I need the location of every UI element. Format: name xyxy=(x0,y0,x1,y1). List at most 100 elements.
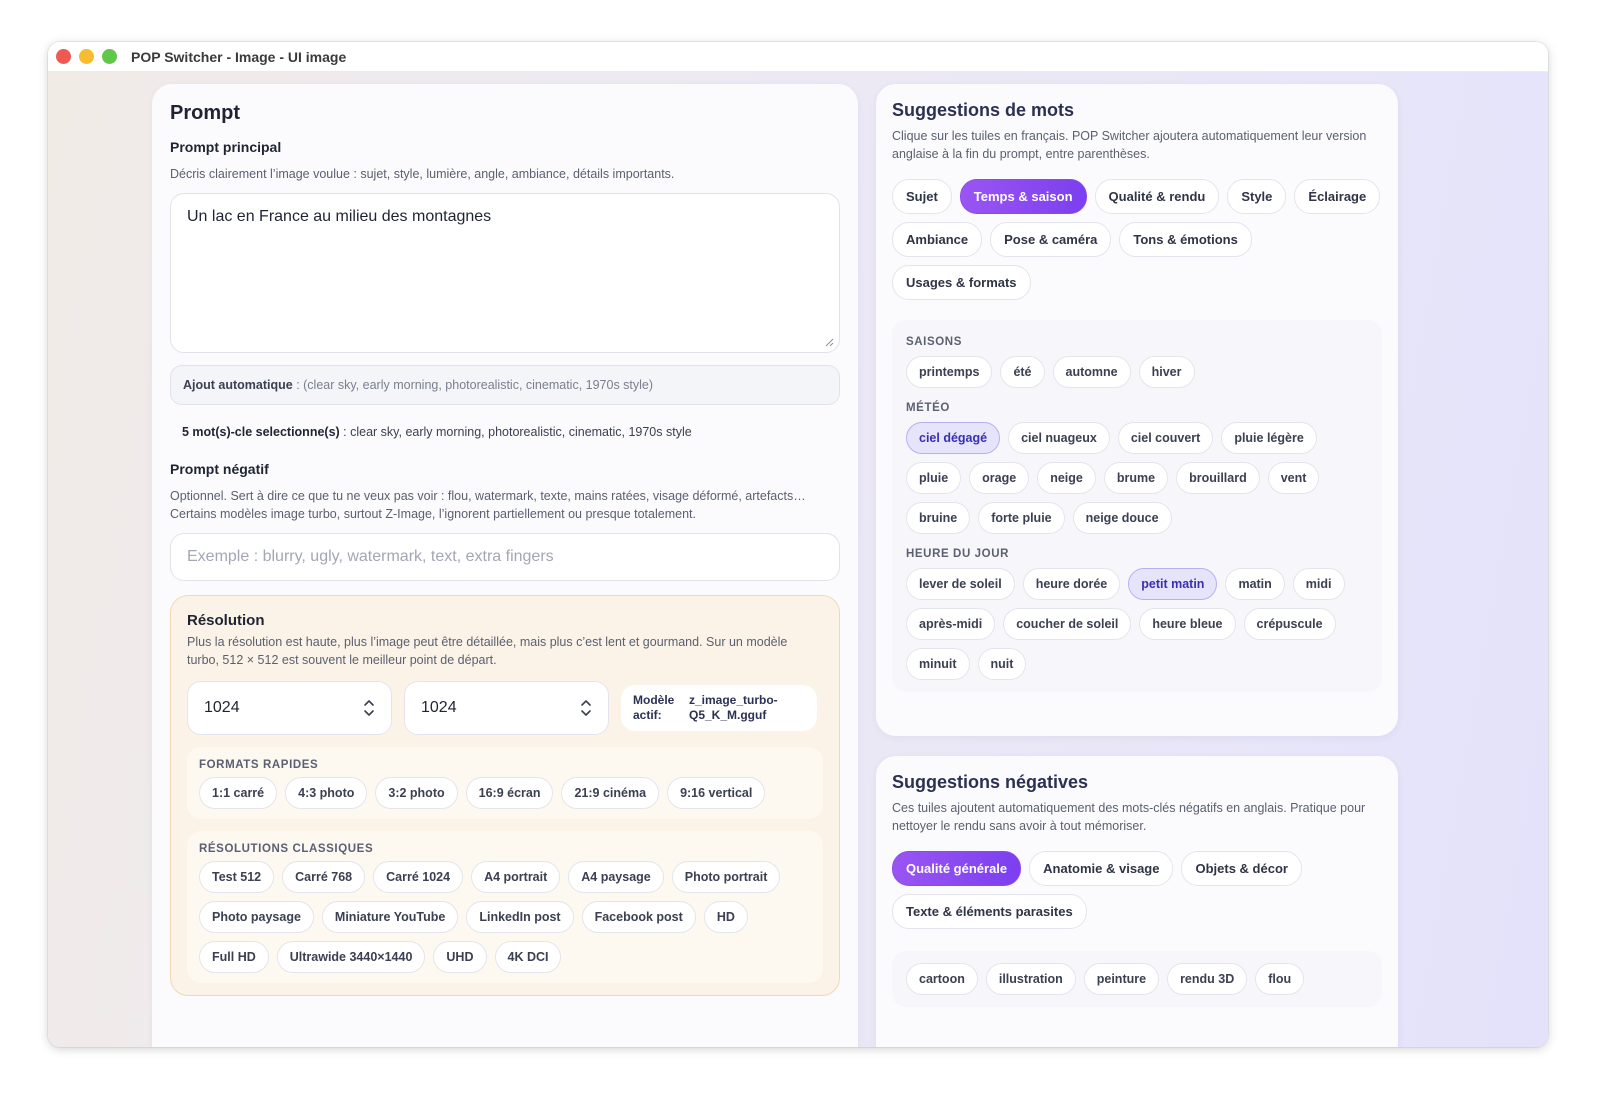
suggestion-chip[interactable]: brume xyxy=(1103,462,1169,494)
negative-prompt-input[interactable]: Exemple : blurry, ugly, watermark, text,… xyxy=(170,533,840,581)
suggestion-chip[interactable]: minuit xyxy=(906,648,970,680)
classic-resolution-chip[interactable]: Facebook post xyxy=(581,901,696,933)
word-suggestions-card: Suggestions de mots Clique sur les tuile… xyxy=(876,84,1398,736)
suggestion-chip[interactable]: après-midi xyxy=(906,608,996,640)
quick-format-chip[interactable]: 21:9 cinéma xyxy=(561,777,660,809)
minimize-window-button[interactable] xyxy=(79,49,94,64)
classic-resolution-chip[interactable]: HD xyxy=(703,901,748,933)
negative-suggestions-card: Suggestions négatives Ces tuiles ajouten… xyxy=(876,756,1398,1047)
suggestion-chip[interactable]: heure bleue xyxy=(1139,608,1236,640)
selected-keywords-label: 5 mot(s)-cle selectionne(s) xyxy=(182,425,340,439)
classic-resolution-chip[interactable]: UHD xyxy=(433,941,487,973)
maximize-window-button[interactable] xyxy=(102,49,117,64)
active-model-value: z_image_turbo-Q5_K_M.gguf xyxy=(689,693,778,722)
quick-format-chip[interactable]: 1:1 carré xyxy=(199,777,278,809)
suggestion-tab[interactable]: Temps & saison xyxy=(959,179,1087,214)
classic-resolution-chip[interactable]: 4K DCI xyxy=(494,941,562,973)
negative-suggestion-tab[interactable]: Texte & éléments parasites xyxy=(892,894,1087,929)
suggestion-chip[interactable]: midi xyxy=(1292,568,1345,600)
quick-format-chip[interactable]: 9:16 vertical xyxy=(667,777,766,809)
suggestion-chip[interactable]: été xyxy=(1000,356,1045,388)
suggestion-tab[interactable]: Ambiance xyxy=(892,222,983,257)
height-input[interactable]: 1024 xyxy=(404,681,609,735)
suggestion-chip[interactable]: vent xyxy=(1267,462,1320,494)
suggestion-tab[interactable]: Qualité & rendu xyxy=(1094,179,1220,214)
classic-resolutions-box: Résolutions classiques Test 512 Carré 768… xyxy=(187,831,823,983)
negative-hint-line-1: Optionnel. Sert à dire ce que tu ne veux… xyxy=(170,489,806,503)
suggestion-tab[interactable]: Éclairage xyxy=(1294,179,1381,214)
suggestion-chip[interactable]: coucher de soleil xyxy=(1003,608,1132,640)
negative-suggestion-chip[interactable]: illustration xyxy=(985,963,1076,995)
quick-format-chip[interactable]: 3:2 photo xyxy=(375,777,458,809)
classic-resolution-chip[interactable]: Photo paysage xyxy=(199,901,314,933)
suggestion-chip[interactable]: ciel couvert xyxy=(1117,422,1214,454)
resize-grip-icon[interactable] xyxy=(824,337,834,347)
quick-format-chip[interactable]: 4:3 photo xyxy=(285,777,368,809)
suggestion-tab[interactable]: Sujet xyxy=(892,179,952,214)
negative-suggestion-tab[interactable]: Objets & décor xyxy=(1181,851,1302,886)
classic-resolution-chip[interactable]: Miniature YouTube xyxy=(321,901,459,933)
suggestion-chip[interactable]: neige xyxy=(1037,462,1096,494)
quick-formats-list: 1:1 carré 4:3 photo 3:2 photo 16:9 écran 21:… xyxy=(199,777,811,809)
classic-resolution-chip[interactable]: Carré 768 xyxy=(282,861,366,893)
suggestion-chip[interactable]: forte pluie xyxy=(978,502,1065,534)
suggestion-chip[interactable]: petit matin xyxy=(1128,568,1218,600)
negative-prompt-hint: Optionnel. Sert à dire ce que tu ne veux… xyxy=(170,487,840,523)
height-value: 1024 xyxy=(421,699,457,716)
main-prompt-value: Un lac en France au milieu des montagnes xyxy=(187,208,492,225)
resolution-inputs-row: 1024 1024 Modèle actif: z_image_turbo-Q5… xyxy=(187,681,823,735)
suggestion-chip[interactable]: printemps xyxy=(906,356,993,388)
suggestion-chip[interactable]: brouillard xyxy=(1176,462,1260,494)
suggestion-chip[interactable]: hiver xyxy=(1138,356,1195,388)
suggestion-tab[interactable]: Pose & caméra xyxy=(990,222,1112,257)
suggestion-chip[interactable]: ciel nuageux xyxy=(1008,422,1110,454)
auto-append-box: Ajout automatique : (clear sky, early mo… xyxy=(170,365,840,405)
width-stepper-icon[interactable] xyxy=(363,698,375,718)
suggestion-chip[interactable]: lever de soleil xyxy=(906,568,1015,600)
resolution-box: Résolution Plus la résolution est haute,… xyxy=(170,595,840,996)
negative-suggestion-chip[interactable]: cartoon xyxy=(906,963,978,995)
classic-resolution-chip[interactable]: Test 512 xyxy=(199,861,275,893)
suggestion-chip[interactable]: pluie xyxy=(906,462,962,494)
width-input[interactable]: 1024 xyxy=(187,681,392,735)
negative-suggestion-chip[interactable]: flou xyxy=(1255,963,1305,995)
suggestion-tab[interactable]: Tons & émotions xyxy=(1119,222,1252,257)
quick-format-chip[interactable]: 16:9 écran xyxy=(465,777,554,809)
active-model-box: Modèle actif: z_image_turbo-Q5_K_M.gguf xyxy=(621,685,817,731)
suggestion-chip[interactable]: orage xyxy=(969,462,1030,494)
window-controls xyxy=(56,49,117,64)
suggestion-chip[interactable]: ciel dégagé xyxy=(906,422,1001,454)
classic-resolution-chip[interactable]: Carré 1024 xyxy=(373,861,464,893)
classic-resolution-chip[interactable]: Full HD xyxy=(199,941,269,973)
suggestion-group-chips: lever de soleil heure dorée petit matin mat… xyxy=(906,568,1368,680)
suggestion-chip[interactable]: pluie légère xyxy=(1221,422,1317,454)
classic-resolution-chip[interactable]: Photo portrait xyxy=(671,861,781,893)
suggestion-chip[interactable]: heure dorée xyxy=(1022,568,1121,600)
negative-hint-line-2: Certains modèles image turbo, surtout Z-… xyxy=(170,507,696,521)
negative-suggestion-chip[interactable]: peinture xyxy=(1083,963,1160,995)
negative-suggestion-tab[interactable]: Anatomie & visage xyxy=(1029,851,1174,886)
height-stepper-icon[interactable] xyxy=(580,698,592,718)
classic-resolution-chip[interactable]: LinkedIn post xyxy=(466,901,574,933)
suggestion-group-title: Météo xyxy=(906,402,950,414)
close-window-button[interactable] xyxy=(56,49,71,64)
prompt-card: Prompt Prompt principal Décris clairemen… xyxy=(152,84,858,1047)
suggestion-chip[interactable]: nuit xyxy=(977,648,1027,680)
classic-resolution-chip[interactable]: A4 paysage xyxy=(568,861,664,893)
negative-suggestions-title: Suggestions négatives xyxy=(892,772,1089,792)
main-content: Prompt Prompt principal Décris clairemen… xyxy=(48,72,1548,1047)
classic-resolution-chip[interactable]: A4 portrait xyxy=(471,861,561,893)
prompt-title: Prompt xyxy=(170,102,240,124)
suggestion-chip[interactable]: bruine xyxy=(906,502,971,534)
suggestion-tab[interactable]: Style xyxy=(1227,179,1287,214)
classic-resolution-chip[interactable]: Ultrawide 3440×1440 xyxy=(276,941,426,973)
main-prompt-label: Prompt principal xyxy=(170,139,282,155)
suggestion-chip[interactable]: crépuscule xyxy=(1243,608,1336,640)
suggestion-chip[interactable]: matin xyxy=(1225,568,1285,600)
suggestion-chip[interactable]: neige douce xyxy=(1072,502,1172,534)
negative-suggestion-chip[interactable]: rendu 3D xyxy=(1167,963,1248,995)
suggestion-tab[interactable]: Usages & formats xyxy=(892,265,1031,300)
negative-suggestion-tab[interactable]: Qualité générale xyxy=(892,851,1022,886)
suggestion-chip[interactable]: automne xyxy=(1052,356,1131,388)
main-prompt-textarea[interactable]: Un lac en France au milieu des montagnes xyxy=(170,193,840,353)
